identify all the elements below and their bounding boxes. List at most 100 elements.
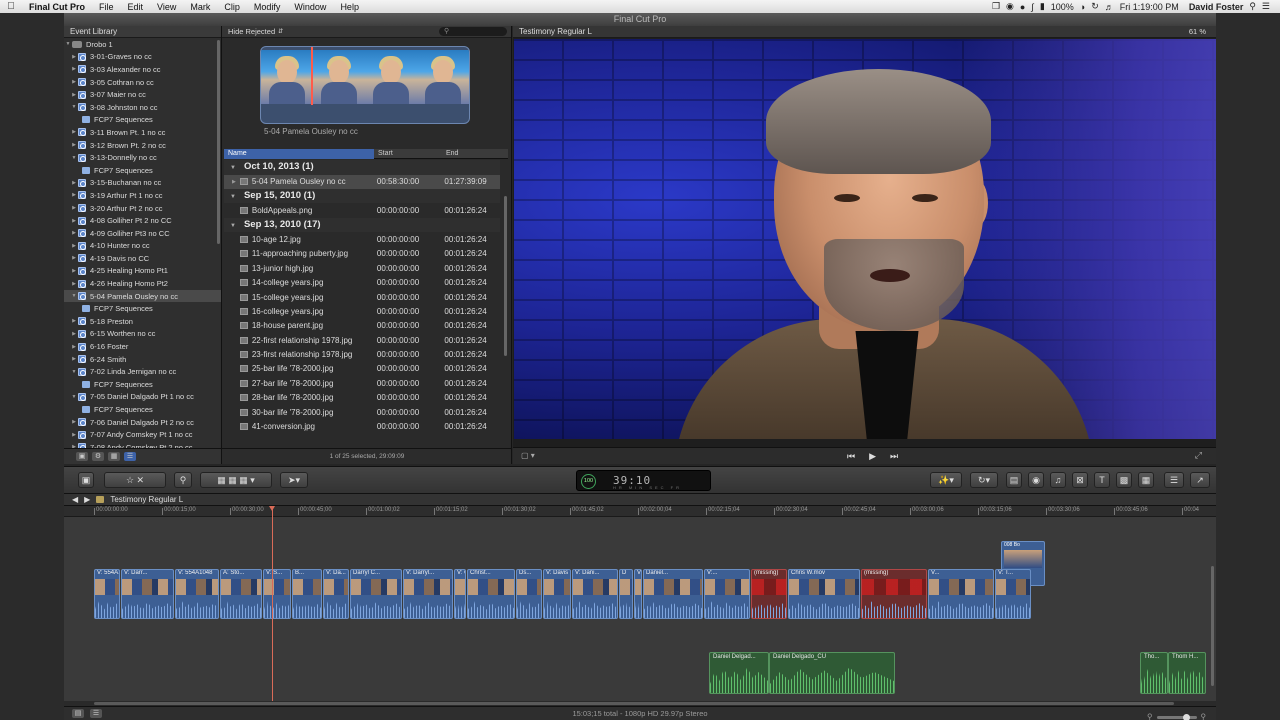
event-item[interactable]: ▶ 7-07 Andy Comskey Pt 1 no cc — [64, 428, 221, 441]
event-item[interactable]: ▶ 5-18 Preston — [64, 315, 221, 328]
menu-mark[interactable]: Mark — [183, 2, 217, 12]
date-group-row[interactable]: ▼ Sep 15, 2010 (1) — [224, 188, 500, 204]
event-item[interactable]: ▼ 3-08 Johnston no cc — [64, 101, 221, 114]
volume-icon[interactable]: ♬ — [1105, 2, 1114, 12]
event-item[interactable]: ▶ 3-01-Graves no cc — [64, 51, 221, 64]
edit-mode-buttons[interactable]: ▦ ▦ ▦ ▾ — [200, 472, 272, 488]
disclosure-triangle-icon[interactable]: ▶ — [70, 218, 78, 224]
record-icon[interactable]: ● — [1020, 2, 1025, 12]
music-icon[interactable]: ♫ — [1050, 472, 1066, 488]
keyword-icon[interactable]: ⚲ — [174, 472, 192, 488]
disclosure-triangle-icon[interactable]: ▶ — [70, 66, 78, 72]
timeline-list-icon[interactable]: ☰ — [90, 709, 102, 718]
battery-icon[interactable]: ▮ — [1040, 1, 1045, 12]
menu-modify[interactable]: Modify — [247, 2, 288, 12]
disclosure-triangle-icon[interactable]: ▶ — [70, 142, 78, 148]
disclosure-triangle-icon[interactable]: ▶ — [70, 419, 78, 425]
timeline-clip[interactable]: B... — [292, 569, 322, 619]
menubar-clock[interactable]: Fri 1:19:00 PM — [1120, 2, 1179, 12]
clip-row[interactable]: 22-first relationship 1978.jpg 00:00:00:0… — [224, 333, 500, 347]
timeline-back-icon[interactable]: ◀ — [72, 495, 78, 504]
disclosure-triangle-icon[interactable]: ▶ — [70, 268, 78, 274]
event-item[interactable]: ▼ 5-04 Pamela Ousley no cc — [64, 289, 221, 303]
timeline-clip[interactable]: V: S... — [263, 569, 291, 619]
disclosure-triangle-icon[interactable]: ▶ — [70, 180, 78, 186]
browser-search-input[interactable]: ⚲ — [439, 27, 507, 36]
menu-help[interactable]: Help — [333, 2, 366, 12]
timeline-clip[interactable]: V: Da... — [323, 569, 349, 619]
event-item[interactable]: ▼ 7-02 Linda Jernigan no cc — [64, 365, 221, 378]
library-action-button[interactable]: ⚙ — [92, 452, 104, 461]
timeline-clip[interactable]: V: Darryl... — [403, 569, 453, 619]
disclosure-triangle-icon[interactable]: ▼ — [70, 155, 78, 161]
folder-item[interactable]: FCP7 Sequences — [64, 164, 221, 177]
disclosure-triangle-icon[interactable]: ▶ — [70, 92, 78, 98]
wifi-icon[interactable]: ◑ — [1080, 2, 1085, 12]
select-tool-icon[interactable]: ➤▾ — [280, 472, 308, 488]
list-view-button[interactable]: ☰ — [124, 452, 136, 461]
clip-row[interactable]: 28-bar life '78-2000.jpg 00:00:00:00 00:01… — [224, 391, 500, 405]
clip-filmstrip[interactable] — [260, 46, 470, 124]
dropbox-icon[interactable]: ❒ — [992, 1, 1000, 12]
event-item[interactable]: ▶ 7-06 Daniel Dalgado Pt 2 no cc — [64, 416, 221, 429]
disclosure-triangle-icon[interactable]: ▶ — [70, 344, 78, 350]
playhead[interactable] — [269, 506, 275, 720]
event-item[interactable]: ▶ 3-05 Cothran no cc — [64, 76, 221, 89]
event-library-scrollbar[interactable] — [217, 40, 220, 244]
disclosure-triangle-icon[interactable]: ▶ — [70, 318, 78, 324]
clip-row[interactable]: 16-college years.jpg 00:00:00:00 00:01:26:… — [224, 304, 500, 318]
disclosure-triangle-icon[interactable]: ▶ — [70, 129, 78, 135]
filmstrip-view-button[interactable]: ▦ — [108, 452, 120, 461]
clip-row[interactable]: 11-approaching puberty.jpg 00:00:00:00 00:… — [224, 247, 500, 261]
disclosure-triangle-icon[interactable]: ▼ — [230, 194, 236, 200]
timeline-clip[interactable]: (missing) — [861, 569, 927, 619]
clip-row[interactable]: 27-bar life '78-2000.jpg 00:00:00:00 00:01… — [224, 376, 500, 390]
library-toggle-button[interactable]: ▣ — [76, 452, 88, 461]
viewer-zoom-popup[interactable]: 61 % — [1189, 27, 1216, 36]
disclosure-triangle-icon[interactable]: ▶ — [70, 205, 78, 211]
disclosure-triangle-icon[interactable]: ▶ — [70, 356, 78, 362]
timeline-clip[interactable]: V: 554A1... — [94, 569, 120, 619]
timeline-clip[interactable]: A: Sto... — [220, 569, 262, 619]
timeline-clip[interactable]: D — [619, 569, 633, 619]
fullscreen-icon[interactable]: ⤢ — [1195, 450, 1202, 461]
event-item[interactable]: ▶ 4-10 Hunter no cc — [64, 240, 221, 253]
dashboard-timecode[interactable]: 100 39:10 HR MIN SEC FR — [576, 470, 711, 491]
clip-row[interactable]: 41-conversion.jpg 00:00:00:00 00:01:26:24 — [224, 419, 500, 433]
clip-row[interactable]: 23-first relationship 1978.jpg 00:00:00:0… — [224, 347, 500, 361]
timeline-clip[interactable]: V: 554A1048 — [175, 569, 219, 619]
clip-row[interactable]: 14-college years.jpg 00:00:00:00 00:01:26:… — [224, 275, 500, 289]
disclosure-triangle-icon[interactable]: ▼ — [230, 165, 236, 171]
disclosure-triangle-icon[interactable]: ▼ — [64, 41, 72, 47]
browser-scrollbar[interactable] — [504, 196, 507, 356]
spotlight-icon[interactable]: ⚲ — [1249, 1, 1256, 12]
time-machine-icon[interactable]: ↻ — [1091, 1, 1099, 12]
zoom-in-icon[interactable]: ⚲ — [1201, 710, 1207, 720]
disclosure-triangle-icon[interactable]: ▼ — [230, 223, 236, 229]
record-voiceover-icon[interactable]: ▣ — [78, 472, 94, 488]
timeline-clip[interactable]: (missing) — [751, 569, 787, 619]
event-item[interactable]: ▶ 6-16 Foster — [64, 340, 221, 353]
timeline-clip[interactable]: Christ... — [467, 569, 515, 619]
share-icon[interactable]: ↗ — [1190, 472, 1210, 488]
photos-icon[interactable]: ◉ — [1028, 472, 1044, 488]
disclosure-triangle-icon[interactable]: ▶ — [70, 79, 78, 85]
clip-row[interactable]: 30-bar life '78-2000.jpg 00:00:00:00 00:01… — [224, 405, 500, 419]
date-group-row[interactable]: ▼ Sep 13, 2010 (17) — [224, 217, 500, 233]
timeline-clip[interactable]: V: Davis 2... — [543, 569, 571, 619]
folder-item[interactable]: FCP7 Sequences — [64, 114, 221, 127]
timeline-clip[interactable]: V: T... — [995, 569, 1031, 619]
zoom-out-icon[interactable]: ⚲ — [1147, 710, 1153, 720]
event-item[interactable]: ▶ 4-25 Healing Homo Pt1 — [64, 265, 221, 278]
audio-clip[interactable]: Thom H... — [1168, 652, 1206, 694]
timeline-ruler[interactable]: 00:00:00:00 00:00:15;00 00:00:30;00 00:00:4… — [64, 506, 1216, 517]
disclosure-triangle-icon[interactable]: ▼ — [70, 394, 78, 400]
audio-clip[interactable]: Daniel Delgado_CU — [769, 652, 895, 694]
user-name[interactable]: David Foster — [1189, 2, 1244, 12]
audio-clip[interactable]: Daniel Delgad... — [709, 652, 769, 694]
clip-row[interactable]: 25-bar life '78-2000.jpg 00:00:00:00 00:01… — [224, 362, 500, 376]
viewer-options-icon[interactable]: ▢ ▾ — [521, 451, 535, 460]
event-item[interactable]: ▶ 3-11 Brown Pt. 1 no cc — [64, 126, 221, 139]
event-item[interactable]: ▶ 4-09 Golliher Pt3 no CC — [64, 227, 221, 240]
disclosure-triangle-icon[interactable]: ▼ — [70, 293, 78, 299]
